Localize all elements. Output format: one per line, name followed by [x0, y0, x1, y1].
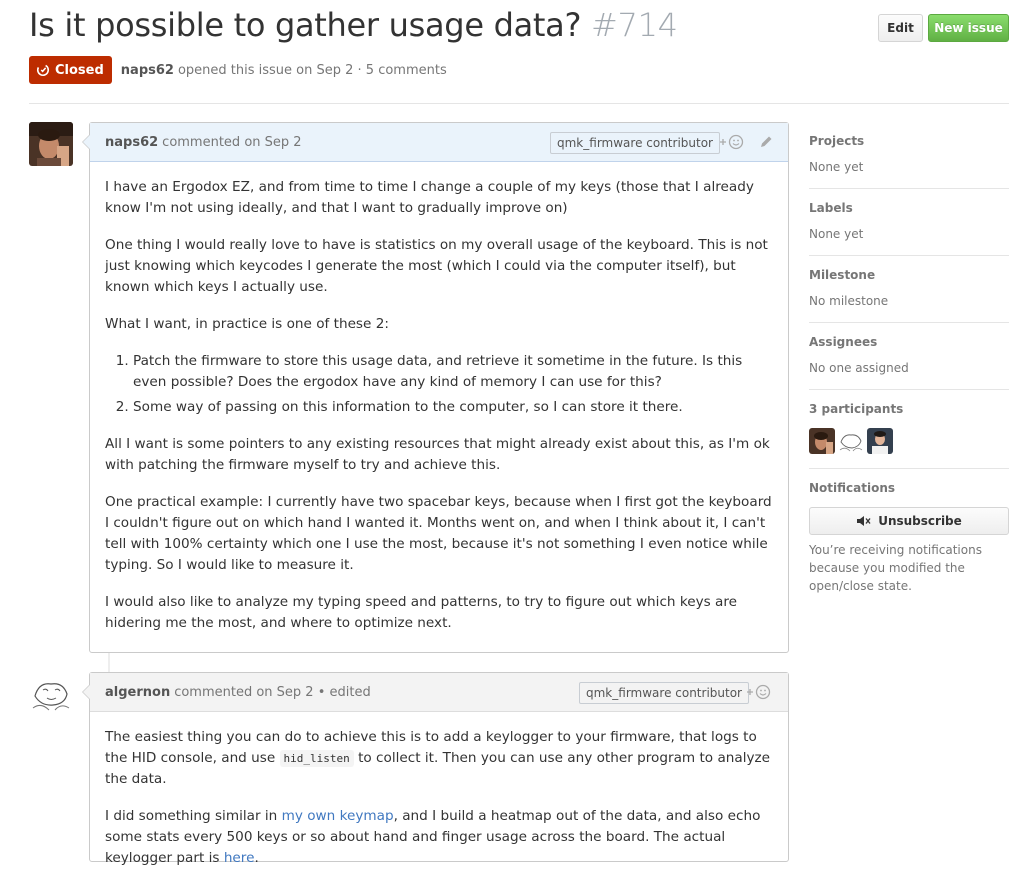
- avatar-photo-icon: [867, 428, 893, 454]
- smiley-plus-icon: [747, 684, 771, 700]
- issue-meta: Closed naps62 opened this issue on Sep 2…: [29, 56, 447, 84]
- sidebar-labels-title: Labels: [809, 201, 853, 215]
- sidebar-milestone-title: Milestone: [809, 268, 876, 282]
- avatar-algernon[interactable]: [29, 672, 73, 716]
- status-badge: Closed: [29, 56, 112, 84]
- comment-paragraph: All I want is some pointers to any exist…: [105, 436, 770, 473]
- sidebar-assignees-title: Assignees: [809, 335, 878, 349]
- sidebar-projects-value: None yet: [809, 160, 864, 174]
- comment-timestamp[interactable]: commented on Sep 2: [162, 135, 301, 150]
- sidebar-notifications-title: Notifications: [809, 481, 896, 495]
- comment-algernon: algernon commented on Sep 2 • edited qmk…: [82, 672, 789, 866]
- sidebar-assignees: Assignees No one assigned: [809, 323, 1009, 390]
- comment-header: algernon commented on Sep 2 • edited qmk…: [90, 673, 788, 712]
- options-list: Patch the firmware to store this usage d…: [105, 351, 773, 418]
- comment-naps62: naps62 commented on Sep 2 qmk_firmware c…: [82, 122, 789, 656]
- participant-avatar[interactable]: [838, 428, 864, 454]
- edit-comment-button[interactable]: [759, 135, 773, 153]
- header-divider: [29, 103, 1009, 104]
- contributor-badge: qmk_firmware contributor: [550, 132, 720, 154]
- unsubscribe-label: Unsubscribe: [878, 514, 962, 528]
- avatar-photo-icon: [809, 428, 835, 454]
- add-reaction-button[interactable]: [746, 684, 772, 700]
- comment-paragraph: I have an Ergodox EZ, and from time to t…: [105, 179, 754, 216]
- avatar-naps62[interactable]: [29, 122, 73, 166]
- avatar-sketch-icon: [838, 428, 864, 454]
- edit-button[interactable]: Edit: [878, 14, 923, 42]
- sidebar-milestone-value: No milestone: [809, 294, 889, 308]
- unsubscribe-button[interactable]: Unsubscribe: [809, 507, 1009, 535]
- issue-closed-icon: [36, 63, 50, 77]
- pencil-icon: [761, 136, 772, 147]
- status-label: Closed: [55, 62, 104, 78]
- smiley-plus-icon: [720, 134, 744, 150]
- list-item: Some way of passing on this information …: [133, 397, 773, 418]
- participant-avatar[interactable]: [809, 428, 835, 454]
- issue-meta-text: opened this issue on Sep 2 · 5 comments: [177, 62, 447, 78]
- participant-avatar[interactable]: [867, 428, 893, 454]
- notifications-reason: You’re receiving notifications because y…: [809, 543, 982, 593]
- sidebar-notifications: Notifications Unsubscribe You’re receivi…: [809, 469, 1009, 609]
- text-run: I did something similar in: [105, 808, 278, 824]
- comment-paragraph: One practical example: I currently have …: [105, 494, 772, 573]
- issue-sidebar: Projects None yet Labels None yet Milest…: [809, 122, 1009, 609]
- sidebar-milestone: Milestone No milestone: [809, 256, 1009, 323]
- sidebar-labels: Labels None yet: [809, 189, 1009, 256]
- mute-icon: [857, 516, 871, 526]
- avatar-photo-icon: [29, 122, 73, 166]
- issue-author-link[interactable]: naps62: [121, 63, 174, 78]
- sidebar-participants-title: 3 participants: [809, 402, 904, 416]
- timeline-connector: [108, 653, 110, 672]
- comment-author-link[interactable]: naps62: [105, 135, 158, 150]
- comment-timestamp[interactable]: commented on Sep 2 • edited: [174, 685, 371, 700]
- comment-author-link[interactable]: algernon: [105, 685, 170, 700]
- list-item: Patch the firmware to store this usage d…: [133, 351, 773, 393]
- add-reaction-button[interactable]: [719, 134, 745, 150]
- comment-header: naps62 commented on Sep 2 qmk_firmware c…: [90, 123, 788, 162]
- comment-paragraph: The easiest thing you can do to achieve …: [105, 727, 773, 790]
- participant-avatars: [809, 428, 1009, 454]
- issue-title: Is it possible to gather usage data? #71…: [29, 6, 678, 44]
- comment-paragraph: I did something similar in my own keymap…: [105, 806, 773, 869]
- comment-paragraph: What I want, in practice is one of these…: [105, 316, 389, 332]
- avatar-sketch-icon: [29, 672, 73, 716]
- inline-code: hid_listen: [279, 750, 354, 767]
- contributor-badge: qmk_firmware contributor: [579, 682, 749, 704]
- new-issue-button[interactable]: New issue: [928, 14, 1009, 42]
- keymap-link[interactable]: my own keymap: [282, 808, 394, 824]
- sidebar-labels-value: None yet: [809, 227, 864, 241]
- text-run: .: [254, 850, 259, 866]
- comment-body: I have an Ergodox EZ, and from time to t…: [90, 162, 788, 656]
- comment-paragraph: One thing I would really love to have is…: [105, 237, 768, 295]
- comment-paragraph: I would also like to analyze my typing s…: [105, 594, 738, 631]
- sidebar-participants: 3 participants: [809, 390, 1009, 469]
- comment-body: The easiest thing you can do to achieve …: [90, 712, 788, 891]
- sidebar-projects-title: Projects: [809, 134, 865, 148]
- keylogger-link[interactable]: here: [224, 850, 255, 866]
- sidebar-assignees-value: No one assigned: [809, 361, 909, 375]
- sidebar-projects: Projects None yet: [809, 122, 1009, 189]
- issue-title-text: Is it possible to gather usage data?: [29, 6, 582, 44]
- issue-number: #714: [591, 6, 678, 44]
